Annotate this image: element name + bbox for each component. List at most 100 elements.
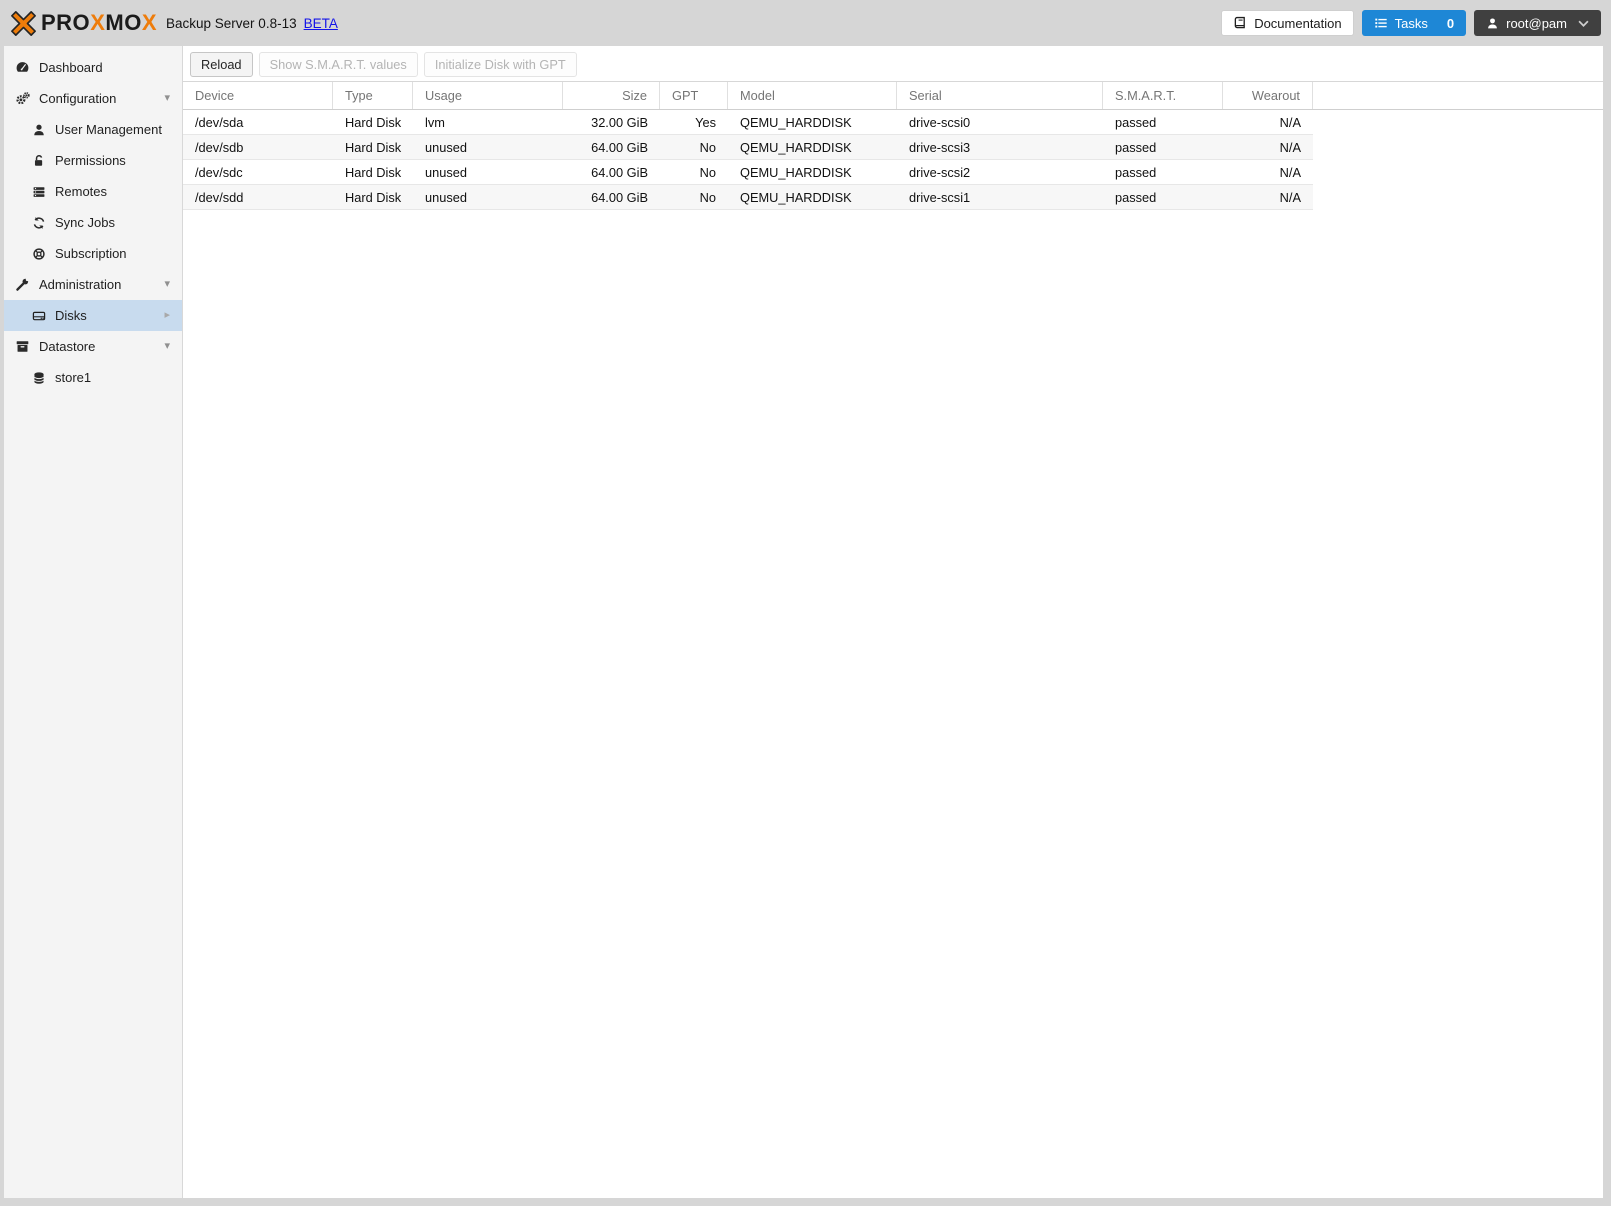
unlock-icon [30,154,47,168]
header-actions: Documentation Tasks 0 root@pam [1221,10,1601,36]
cell-model: QEMU_HARDDISK [740,189,852,205]
cell-gpt: No [699,164,716,180]
server-icon [30,185,47,199]
sidebar-item-permissions[interactable]: Permissions [4,145,182,176]
chevron-down-icon [1578,20,1589,27]
cell-usage: unused [425,164,467,180]
life-ring-icon [30,247,47,261]
gears-icon [14,91,31,106]
database-icon [30,371,47,385]
sidebar-item-remotes[interactable]: Remotes [4,176,182,207]
user-icon [30,123,47,137]
column-header-smart[interactable]: S.M.A.R.T. [1103,82,1223,109]
expand-chevron-icon[interactable]: ▸ [164,310,170,321]
reload-button[interactable]: Reload [190,52,253,77]
sidebar-item-administration[interactable]: Administration ▾ [4,269,182,300]
cell-serial: drive-scsi3 [909,139,971,155]
cell-model: QEMU_HARDDISK [740,139,852,155]
table-header-filler [1313,82,1603,109]
beta-link[interactable]: BETA [304,16,338,31]
cell-gpt: No [699,139,716,155]
cell-smart: passed [1115,114,1157,130]
proxmox-wordmark: PROXMOX [41,10,158,35]
column-header-size[interactable]: Size [563,82,660,109]
cell-model: QEMU_HARDDISK [740,114,852,130]
cell-wearout: N/A [1279,164,1301,180]
cell-serial: drive-scsi1 [909,189,971,205]
cell-device: /dev/sda [195,114,244,130]
documentation-label: Documentation [1254,15,1342,31]
tachometer-icon [14,60,31,75]
table-header-row: Device Type Usage Size GPT Model Serial S.M.A.R… [183,82,1603,110]
sidebar-item-disks[interactable]: Disks ▸ [4,300,182,331]
show-smart-values-button[interactable]: Show S.M.A.R.T. values [258,52,418,77]
disks-table: Device Type Usage Size GPT Model Serial S.M.A.R… [183,81,1603,210]
user-menu-button[interactable]: root@pam [1474,10,1601,36]
cell-wearout: N/A [1279,189,1301,205]
proxmox-backup-server-app: PROXMOX Backup Server 0.8-13 BETA Docume… [0,0,1611,1206]
column-header-model[interactable]: Model [728,82,897,109]
wrench-icon [14,277,31,292]
column-header-type[interactable]: Type [333,82,413,109]
cell-type: Hard Disk [345,164,402,180]
sidebar-item-label: Subscription [55,246,127,261]
proxmox-logo: PROXMOX [10,10,157,37]
disk-table-body: /dev/sda Hard Disk lvm 32.00 GiB Yes QEMU_HAR… [183,110,1603,210]
disks-toolbar: Reload Show S.M.A.R.T. values Initialize… [183,46,1603,81]
documentation-button[interactable]: Documentation [1221,10,1354,36]
cell-usage: lvm [425,114,445,130]
cell-wearout: N/A [1279,139,1301,155]
cell-gpt: No [699,189,716,205]
collapse-caret-icon[interactable]: ▾ [164,93,170,104]
cell-type: Hard Disk [345,114,402,130]
cell-size: 64.00 GiB [591,139,648,155]
sidebar-item-datastore[interactable]: Datastore ▾ [4,331,182,362]
sidebar-item-subscription[interactable]: Subscription [4,238,182,269]
cell-smart: passed [1115,139,1157,155]
cell-usage: unused [425,139,467,155]
table-row[interactable]: /dev/sdb Hard Disk unused 64.00 GiB No QEMU_H… [183,135,1313,160]
table-row[interactable]: /dev/sda Hard Disk lvm 32.00 GiB Yes QEMU_HAR… [183,110,1313,135]
cell-usage: unused [425,189,467,205]
sidebar-item-label: Disks [55,308,87,323]
column-header-usage[interactable]: Usage [413,82,563,109]
tasks-button[interactable]: Tasks 0 [1361,10,1467,36]
app-title: Backup Server 0.8-13 [166,15,297,31]
sidebar-item-label: Remotes [55,184,108,199]
cell-serial: drive-scsi0 [909,114,971,130]
cell-device: /dev/sdc [195,164,243,180]
cell-model: QEMU_HARDDISK [740,164,852,180]
sidebar-item-sync-jobs[interactable]: Sync Jobs [4,207,182,238]
disks-panel: Reload Show S.M.A.R.T. values Initialize… [182,46,1603,1198]
cell-size: 32.00 GiB [591,114,648,130]
task-list-icon [1374,18,1387,28]
sidebar-item-store1[interactable]: store1 [4,362,182,393]
sidebar-item-label: Permissions [55,153,126,168]
top-header: PROXMOX Backup Server 0.8-13 BETA Docume… [0,0,1611,46]
hdd-icon [30,309,47,323]
user-label: root@pam [1506,15,1567,31]
column-header-gpt[interactable]: GPT [660,82,728,109]
cell-type: Hard Disk [345,189,402,205]
column-header-wearout[interactable]: Wearout [1223,82,1313,109]
archive-box-icon [14,339,31,354]
table-row[interactable]: /dev/sdd Hard Disk unused 64.00 GiB No QEMU_H… [183,185,1313,210]
sidebar-nav: Dashboard Configuration ▾ User Managemen… [4,46,182,1198]
collapse-caret-icon[interactable]: ▾ [164,279,170,290]
column-header-serial[interactable]: Serial [897,82,1103,109]
sidebar-item-configuration[interactable]: Configuration ▾ [4,83,182,114]
table-row[interactable]: /dev/sdc Hard Disk unused 64.00 GiB No QEMU_H… [183,160,1313,185]
sidebar-item-dashboard[interactable]: Dashboard [4,52,182,83]
initialize-disk-gpt-button[interactable]: Initialize Disk with GPT [423,52,577,77]
column-header-device[interactable]: Device [183,82,333,109]
cell-type: Hard Disk [345,139,402,155]
cell-gpt: Yes [695,114,716,130]
sidebar-item-user-management[interactable]: User Management [4,114,182,145]
sync-icon [30,216,47,230]
cell-device: /dev/sdb [195,139,244,155]
sidebar-item-label: User Management [55,122,162,137]
collapse-caret-icon[interactable]: ▾ [164,341,170,352]
cell-smart: passed [1115,164,1157,180]
sidebar-item-label: Administration [39,277,122,292]
user-icon [1488,17,1497,28]
